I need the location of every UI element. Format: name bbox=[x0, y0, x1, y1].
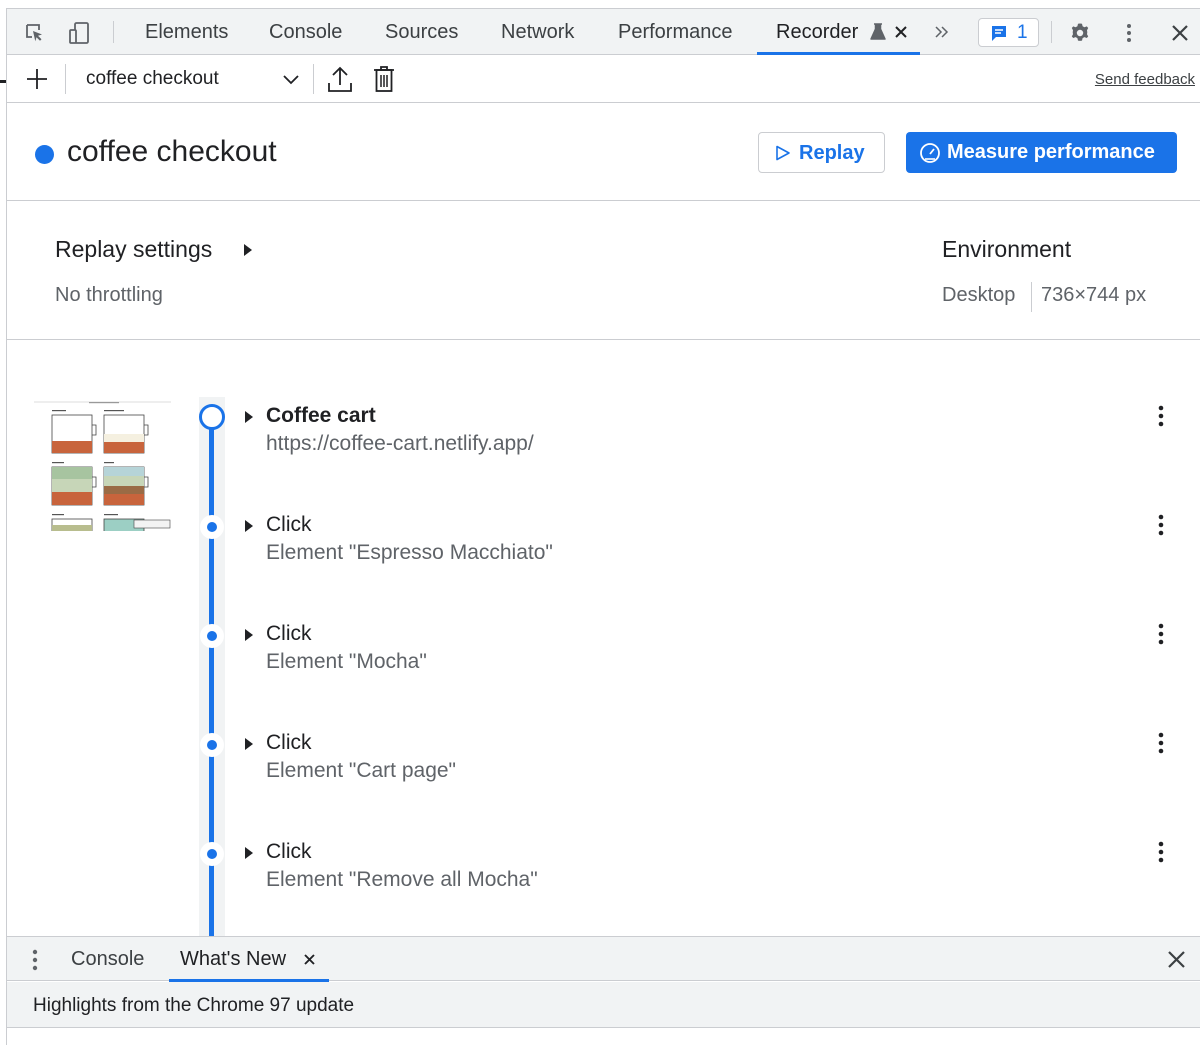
step-expand-triangle-icon[interactable] bbox=[243, 410, 255, 424]
environment-viewport-size: 736×744 px bbox=[1041, 284, 1147, 306]
step-subtitle: Element "Espresso Macchiato" bbox=[266, 541, 553, 564]
step-expand-triangle-icon[interactable] bbox=[243, 846, 255, 860]
issues-badge[interactable]: 1 bbox=[978, 18, 1039, 47]
step-node bbox=[200, 733, 224, 757]
whats-new-panel: Highlights from the Chrome 97 update bbox=[7, 982, 1200, 1028]
experiment-flask-icon bbox=[870, 23, 886, 40]
step-title: Coffee cart bbox=[266, 404, 376, 427]
toolbar-divider bbox=[313, 64, 314, 94]
step-menu-kebab-icon[interactable] bbox=[1153, 513, 1169, 539]
more-options-kebab-icon[interactable] bbox=[1117, 21, 1141, 45]
step-item[interactable]: Click Element "Espresso Macchiato" bbox=[7, 513, 1200, 613]
environment-title: Environment bbox=[942, 236, 1072, 262]
expand-triangle-icon bbox=[244, 244, 252, 256]
devtools-tabbar: Elements Console Sources Network Perform… bbox=[7, 9, 1200, 55]
more-tabs-chevron-icon[interactable] bbox=[934, 25, 950, 39]
step-title: Click bbox=[266, 840, 312, 863]
tabbar-divider bbox=[1051, 21, 1052, 43]
close-recorder-tab-icon[interactable] bbox=[894, 25, 908, 39]
close-drawer-icon[interactable] bbox=[1167, 950, 1186, 969]
step-item[interactable]: Coffee cart https://coffee-cart.netlify.… bbox=[7, 404, 1200, 504]
export-upload-icon[interactable] bbox=[327, 65, 353, 93]
delete-trash-icon[interactable] bbox=[373, 65, 395, 93]
send-feedback-link[interactable]: Send feedback bbox=[1095, 71, 1195, 88]
step-subtitle: Element "Mocha" bbox=[266, 650, 427, 673]
step-title: Click bbox=[266, 622, 312, 645]
play-icon bbox=[776, 145, 790, 161]
step-subtitle: Element "Cart page" bbox=[266, 759, 457, 782]
settings-gear-icon[interactable] bbox=[1068, 21, 1092, 45]
step-expand-triangle-icon[interactable] bbox=[243, 519, 255, 533]
measure-performance-label: Measure performance bbox=[947, 141, 1155, 163]
step-title: Click bbox=[266, 731, 312, 754]
tab-elements[interactable]: Elements bbox=[145, 9, 228, 55]
step-item[interactable]: Click Element "Remove all Mocha" bbox=[7, 840, 1200, 936]
inspect-element-icon[interactable] bbox=[23, 21, 47, 45]
tab-recorder[interactable]: Recorder bbox=[776, 9, 858, 55]
drawer-tab-whats-new[interactable]: What's New bbox=[180, 937, 286, 982]
tab-sources[interactable]: Sources bbox=[385, 9, 458, 55]
settings-section: Replay settings No throttling Environmen… bbox=[7, 202, 1200, 340]
active-tab-indicator bbox=[757, 52, 920, 55]
throttling-value: No throttling bbox=[55, 284, 163, 306]
tab-performance[interactable]: Performance bbox=[618, 9, 733, 55]
create-recording-plus-icon[interactable] bbox=[25, 67, 49, 91]
step-expand-triangle-icon[interactable] bbox=[243, 737, 255, 751]
chevron-down-icon bbox=[283, 75, 299, 85]
toolbar-divider bbox=[65, 64, 66, 94]
close-whats-new-tab-icon[interactable] bbox=[303, 953, 316, 966]
replay-settings-toggle[interactable]: Replay settings bbox=[55, 236, 265, 266]
environment-device: Desktop bbox=[942, 284, 1016, 306]
step-node bbox=[200, 515, 224, 539]
replay-button[interactable]: Replay bbox=[758, 132, 885, 173]
device-toolbar-icon[interactable] bbox=[67, 21, 91, 45]
issues-count: 1 bbox=[1017, 22, 1028, 43]
tab-network[interactable]: Network bbox=[501, 9, 574, 55]
whats-new-highlights: Highlights from the Chrome 97 update bbox=[33, 995, 355, 1016]
step-node bbox=[200, 624, 224, 648]
tabbar-divider bbox=[113, 21, 114, 43]
measure-performance-button[interactable]: Measure performance bbox=[906, 132, 1177, 173]
recording-header: coffee checkout Replay Measure performan… bbox=[7, 104, 1200, 201]
tab-console[interactable]: Console bbox=[269, 9, 342, 55]
drawer-tab-console[interactable]: Console bbox=[71, 937, 144, 982]
issues-message-icon bbox=[992, 26, 1006, 41]
close-devtools-icon[interactable] bbox=[1168, 21, 1192, 45]
drawer-tabbar: Console What's New bbox=[7, 936, 1200, 982]
replay-settings-title: Replay settings bbox=[55, 236, 213, 262]
step-node-start bbox=[199, 404, 225, 430]
recording-status-dot bbox=[35, 145, 54, 164]
recording-select-value: coffee checkout bbox=[86, 68, 219, 89]
step-menu-kebab-icon[interactable] bbox=[1153, 404, 1169, 430]
step-menu-kebab-icon[interactable] bbox=[1153, 840, 1169, 866]
recording-select[interactable]: coffee checkout bbox=[73, 56, 305, 103]
drawer-menu-kebab-icon[interactable] bbox=[27, 948, 43, 972]
devtools-window: Elements Console Sources Network Perform… bbox=[6, 8, 1200, 1045]
step-title: Click bbox=[266, 513, 312, 536]
step-node bbox=[200, 842, 224, 866]
replay-button-label: Replay bbox=[799, 142, 865, 164]
gauge-icon bbox=[920, 143, 940, 163]
step-expand-triangle-icon[interactable] bbox=[243, 628, 255, 642]
step-menu-kebab-icon[interactable] bbox=[1153, 731, 1169, 757]
step-item[interactable]: Click Element "Cart page" bbox=[7, 731, 1200, 831]
step-subtitle: Element "Remove all Mocha" bbox=[266, 868, 538, 891]
recording-title[interactable]: coffee checkout bbox=[67, 135, 277, 169]
environment-divider bbox=[1031, 282, 1032, 312]
step-item[interactable]: Click Element "Mocha" bbox=[7, 622, 1200, 722]
recorder-toolbar: coffee checkout Send feedback bbox=[7, 56, 1200, 103]
step-menu-kebab-icon[interactable] bbox=[1153, 622, 1169, 648]
steps-list: Coffee cart https://coffee-cart.netlify.… bbox=[7, 341, 1200, 936]
step-subtitle: https://coffee-cart.netlify.app/ bbox=[266, 432, 534, 455]
